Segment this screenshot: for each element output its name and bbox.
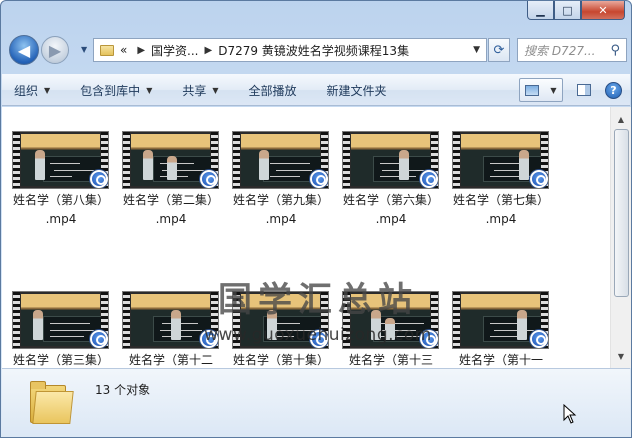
video-thumbnail <box>122 291 219 349</box>
include-in-library-label: 包含到库中 <box>80 83 141 98</box>
media-player-icon <box>90 330 108 348</box>
breadcrumb-parent[interactable]: 国学资... <box>151 42 198 59</box>
video-thumbnail <box>232 291 329 349</box>
search-placeholder: 搜索 D727... <box>524 43 596 58</box>
refresh-button[interactable]: ⟳ <box>488 38 510 62</box>
file-name: 姓名学（第九集） .mp4 <box>232 193 329 226</box>
new-folder-button[interactable]: 新建文件夹 <box>327 82 387 99</box>
window-controls: ▁ □ ✕ <box>527 1 625 21</box>
change-view-button[interactable]: ▼ <box>519 78 563 102</box>
media-player-icon <box>420 330 438 348</box>
video-thumbnail <box>342 131 439 189</box>
chevron-down-icon: ▼ <box>146 85 153 95</box>
media-player-icon <box>90 170 108 188</box>
file-name: 姓名学（第十集） <box>232 353 329 367</box>
chevron-down-icon: ▼ <box>44 85 51 95</box>
breadcrumb-current[interactable]: D7279 黄镜波姓名学视频课程13集 <box>218 42 409 59</box>
play-all-button[interactable]: 全部播放 <box>249 82 297 99</box>
details-pane: 13 个对象 <box>2 368 630 437</box>
file-name: 姓名学（第八集） .mp4 <box>12 193 109 226</box>
preview-pane-button[interactable] <box>577 84 591 96</box>
media-player-icon <box>420 170 438 188</box>
breadcrumb-overflow[interactable]: « <box>120 43 127 57</box>
search-icon[interactable]: ⚲ <box>610 43 620 58</box>
view-icon <box>525 84 540 96</box>
media-player-icon <box>200 170 218 188</box>
play-all-label: 全部播放 <box>248 83 297 98</box>
include-in-library-menu[interactable]: 包含到库中 ▼ <box>80 82 152 99</box>
maximize-button[interactable]: □ <box>554 1 581 20</box>
help-button[interactable]: ? <box>605 81 622 99</box>
minimize-button[interactable]: ▁ <box>527 1 554 20</box>
search-input[interactable]: 搜索 D727... ⚲ <box>517 38 627 62</box>
video-thumbnail <box>232 131 329 189</box>
file-name: 姓名学（第六集） .mp4 <box>342 193 439 226</box>
scroll-down-button[interactable]: ▼ <box>613 348 629 364</box>
toolbar-right: ▼ ? <box>519 78 622 102</box>
scroll-up-button[interactable]: ▲ <box>613 111 629 127</box>
share-menu[interactable]: 共享 ▼ <box>182 82 218 99</box>
scroll-thumb[interactable] <box>614 129 629 297</box>
media-player-icon <box>530 170 548 188</box>
breadcrumb-separator[interactable]: ▶ <box>205 45 213 56</box>
file-name: 姓名学（第三集） <box>12 353 109 367</box>
media-player-icon <box>530 330 548 348</box>
video-thumbnail <box>342 291 439 349</box>
breadcrumb-separator[interactable]: ▶ <box>137 45 145 56</box>
video-thumbnail <box>452 131 549 189</box>
file-name: 姓名学（第十三 <box>348 353 433 367</box>
file-name: 姓名学（第七集） .mp4 <box>452 193 549 226</box>
media-player-icon <box>310 170 328 188</box>
new-folder-label: 新建文件夹 <box>326 83 387 98</box>
navigation-bar: ◀ ▶ ▼ « ▶ 国学资... ▶ D7279 黄镜波姓名学视频课程13集 ▼… <box>7 31 627 65</box>
file-name: 姓名学（第十一 <box>458 353 543 367</box>
file-name: 姓名学（第二集） .mp4 <box>122 193 219 226</box>
video-thumbnail <box>122 131 219 189</box>
video-thumbnail <box>12 131 109 189</box>
address-dropdown-icon[interactable]: ▼ <box>473 45 480 55</box>
back-button[interactable]: ◀ <box>9 35 39 65</box>
vertical-scrollbar[interactable]: ▲ ▼ <box>610 107 631 368</box>
video-thumbnail <box>12 291 109 349</box>
close-button[interactable]: ✕ <box>581 1 625 20</box>
file-name: 姓名学（第十二 <box>128 353 213 367</box>
command-bar: 组织 ▼ 包含到库中 ▼ 共享 ▼ 全部播放 新建文件夹 ▼ ? <box>2 74 630 106</box>
media-player-icon <box>310 330 328 348</box>
video-thumbnail <box>452 291 549 349</box>
folder-icon <box>30 381 74 425</box>
chevron-down-icon: ▼ <box>212 85 219 95</box>
media-player-icon <box>200 330 218 348</box>
file-list: 姓名学（第八集） .mp4 姓名学（第二集） .mp4 姓名学（第九集） .mp4 <box>2 107 610 368</box>
organize-label: 组织 <box>14 83 39 98</box>
forward-button[interactable]: ▶ <box>41 36 69 64</box>
share-label: 共享 <box>182 83 207 98</box>
address-bar[interactable]: « ▶ 国学资... ▶ D7279 黄镜波姓名学视频课程13集 ▼ <box>93 38 487 62</box>
item-count: 13 个对象 <box>95 383 151 397</box>
recent-pages-dropdown[interactable]: ▼ <box>81 45 87 54</box>
chevron-down-icon[interactable]: ▼ <box>550 86 556 95</box>
explorer-window: ▁ □ ✕ ◀ ▶ ▼ « ▶ 国学资... ▶ D7279 黄镜波姓名学视频课… <box>0 0 632 438</box>
folder-icon <box>100 44 114 56</box>
organize-menu[interactable]: 组织 ▼ <box>14 82 50 99</box>
